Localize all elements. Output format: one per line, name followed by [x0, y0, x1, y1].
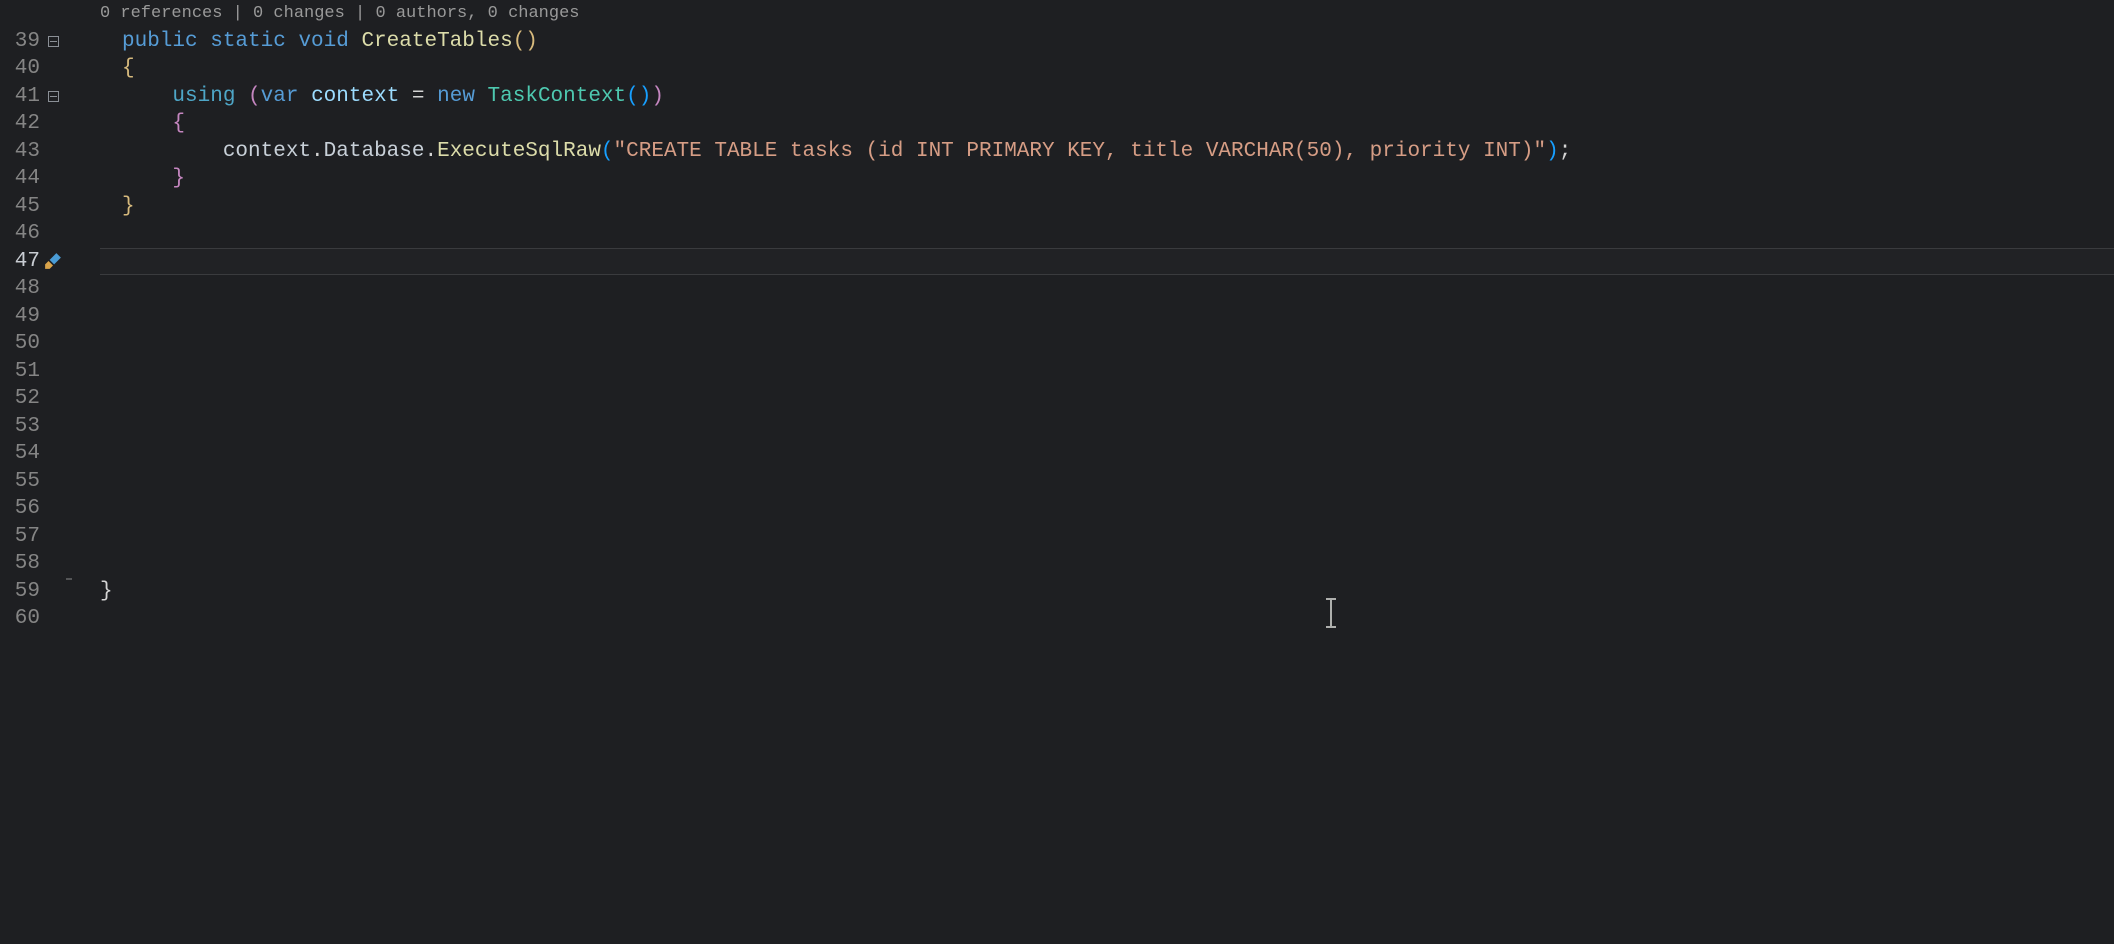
line-number[interactable]: 42 [0, 110, 44, 138]
code-line[interactable]: 56 [0, 495, 2114, 523]
code-content[interactable]: } [100, 193, 135, 221]
code-line[interactable]: 49 [0, 303, 2114, 331]
code-content[interactable]: context.Database.ExecuteSqlRaw("CREATE T… [100, 138, 1571, 166]
codelens-line: 0 references | 0 changes | 0 authors, 0 … [0, 0, 2114, 28]
code-line[interactable]: 42 { [0, 110, 2114, 138]
code-line[interactable]: 58 [0, 550, 2114, 578]
code-line[interactable]: 45} [0, 193, 2114, 221]
code-line[interactable]: 55 [0, 468, 2114, 496]
code-content[interactable]: } [100, 165, 185, 193]
code-line[interactable]: 41 using (var context = new TaskContext(… [0, 83, 2114, 111]
fold-icon[interactable] [48, 91, 59, 102]
line-number[interactable]: 52 [0, 385, 44, 413]
line-number[interactable]: 39 [0, 28, 44, 56]
line-number[interactable]: 57 [0, 523, 44, 551]
line-number[interactable]: 48 [0, 275, 44, 303]
line-number[interactable]: 45 [0, 193, 44, 221]
code-line[interactable]: 47 [0, 248, 2114, 276]
line-number[interactable]: 59 [0, 578, 44, 606]
code-line[interactable]: 60 [0, 605, 2114, 633]
code-line[interactable]: 46 [0, 220, 2114, 248]
line-number[interactable]: 43 [0, 138, 44, 166]
bracket-guide [66, 578, 72, 580]
line-number[interactable]: 51 [0, 358, 44, 386]
code-line[interactable]: 40 { [0, 55, 2114, 83]
code-content[interactable]: { [100, 110, 185, 138]
code-line[interactable]: 54 [0, 440, 2114, 468]
fold-icon[interactable] [48, 36, 59, 47]
line-number[interactable]: 46 [0, 220, 44, 248]
code-line[interactable]: 57 [0, 523, 2114, 551]
line-number[interactable]: 41 [0, 83, 44, 111]
code-line[interactable]: 48 [0, 275, 2114, 303]
line-number[interactable]: 56 [0, 495, 44, 523]
current-line-highlight [100, 248, 2114, 276]
code-line[interactable]: 43 context.Database.ExecuteSqlRaw("CREAT… [0, 138, 2114, 166]
line-number[interactable]: 58 [0, 550, 44, 578]
line-number[interactable]: 49 [0, 303, 44, 331]
line-number[interactable]: 44 [0, 165, 44, 193]
code-content[interactable]: public static void CreateTables() [100, 28, 538, 56]
line-number[interactable]: 55 [0, 468, 44, 496]
line-number[interactable]: 50 [0, 330, 44, 358]
line-number[interactable]: 53 [0, 413, 44, 441]
codelens-text[interactable]: 0 references | 0 changes | 0 authors, 0 … [100, 0, 579, 28]
code-line[interactable]: 59} [0, 578, 2114, 606]
text-cursor [1330, 600, 1332, 626]
line-number[interactable]: 60 [0, 605, 44, 633]
code-line[interactable]: 51 [0, 358, 2114, 386]
line-number[interactable]: 40 [0, 55, 44, 83]
line-number[interactable]: 47 [0, 248, 44, 276]
code-editor[interactable]: 0 references | 0 changes | 0 authors, 0 … [0, 0, 2114, 944]
code-line[interactable]: 50 [0, 330, 2114, 358]
code-content[interactable]: using (var context = new TaskContext()) [100, 83, 664, 111]
code-line[interactable]: 53 [0, 413, 2114, 441]
code-content[interactable]: { [100, 55, 135, 83]
code-content[interactable]: } [100, 578, 113, 606]
code-line[interactable]: 44 } [0, 165, 2114, 193]
line-number[interactable]: 54 [0, 440, 44, 468]
code-line[interactable]: 52 [0, 385, 2114, 413]
code-line[interactable]: 39 public static void CreateTables() [0, 28, 2114, 56]
